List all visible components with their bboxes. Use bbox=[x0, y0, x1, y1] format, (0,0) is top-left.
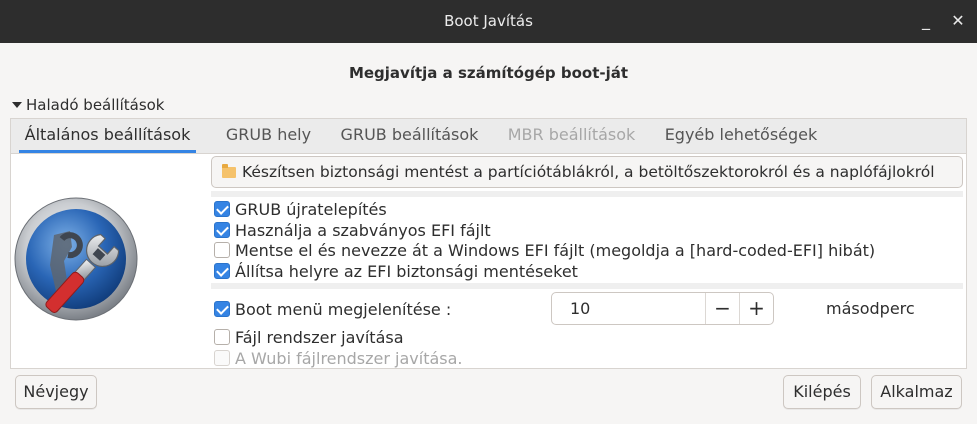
option-label: Fájl rendszer javítása bbox=[235, 327, 404, 347]
exit-button[interactable]: Kilépés bbox=[783, 375, 861, 409]
tab-label: GRUB hely bbox=[225, 125, 312, 144]
checkbox-checked-icon[interactable] bbox=[214, 263, 230, 279]
close-button[interactable]: ✕ bbox=[945, 8, 971, 34]
tab-grub-location[interactable]: GRUB hely bbox=[216, 119, 321, 153]
timeout-value[interactable]: 10 bbox=[552, 293, 705, 324]
option-show-boot-menu[interactable]: Boot menü megjelenítése : bbox=[214, 299, 451, 319]
tab-label: MBR beállítások bbox=[507, 125, 636, 144]
checkbox-checked-icon[interactable] bbox=[214, 301, 230, 317]
backup-button-label: Készítsen biztonsági mentést a partíciót… bbox=[242, 163, 935, 181]
option-repair-wubi-filesystem: A Wubi fájlrendszer javítása. bbox=[214, 348, 463, 368]
minimize-button[interactable]: _ bbox=[913, 8, 939, 34]
option-label: Mentse el és nevezze át a Windows EFI fá… bbox=[235, 240, 876, 260]
checkbox-unchecked-icon[interactable] bbox=[214, 242, 230, 258]
window-title: Boot Javítás bbox=[444, 12, 533, 30]
separator bbox=[211, 283, 963, 289]
title-bar: Boot Javítás _ ✕ bbox=[0, 0, 977, 43]
expander-label: Haladó beállítások bbox=[26, 96, 165, 114]
backup-button[interactable]: Készítsen biztonsági mentést a partíciót… bbox=[211, 156, 963, 188]
option-label: Állítsa helyre az EFI biztonsági mentése… bbox=[235, 261, 578, 281]
option-label: Boot menü megjelenítése : bbox=[235, 299, 452, 319]
tab-grub-options[interactable]: GRUB beállítások bbox=[337, 119, 482, 153]
tab-label: GRUB beállítások bbox=[340, 125, 479, 144]
tab-bar: Általános beállítások GRUB hely GRUB beá… bbox=[10, 118, 967, 153]
option-rename-windows-efi[interactable]: Mentse el és nevezze át a Windows EFI fá… bbox=[214, 240, 875, 260]
boot-repair-logo-icon bbox=[14, 197, 138, 321]
tab-other-options[interactable]: Egyéb lehetőségek bbox=[661, 119, 821, 153]
option-label: Használja a szabványos EFI fájlt bbox=[235, 220, 491, 240]
checkbox-unchecked-icon[interactable] bbox=[214, 329, 230, 345]
tab-label: Egyéb lehetőségek bbox=[664, 125, 818, 144]
expander-triangle-icon bbox=[12, 102, 22, 108]
option-grub-reinstall[interactable]: GRUB újratelepítés bbox=[214, 199, 387, 219]
apply-button[interactable]: Alkalmaz bbox=[871, 375, 962, 409]
checkbox-disabled-icon bbox=[214, 350, 230, 366]
option-standard-efi[interactable]: Használja a szabványos EFI fájlt bbox=[214, 220, 491, 240]
tab-general-settings[interactable]: Általános beállítások bbox=[19, 119, 196, 153]
tab-mbr-options: MBR beállítások bbox=[504, 119, 639, 153]
checkbox-checked-icon[interactable] bbox=[214, 222, 230, 238]
option-label: A Wubi fájlrendszer javítása. bbox=[235, 348, 463, 368]
tab-label: Általános beállítások bbox=[24, 125, 191, 144]
page-heading: Megjavítja a számítógép boot-ját bbox=[348, 64, 629, 82]
option-restore-efi-backups[interactable]: Állítsa helyre az EFI biztonsági mentése… bbox=[214, 261, 578, 281]
decrement-button[interactable]: − bbox=[705, 293, 739, 324]
timeout-unit-label: másodperc bbox=[826, 299, 915, 318]
advanced-options-expander[interactable]: Haladó beállítások bbox=[12, 95, 165, 115]
folder-icon bbox=[222, 163, 236, 178]
option-repair-filesystem[interactable]: Fájl rendszer javítása bbox=[214, 327, 404, 347]
increment-button[interactable]: + bbox=[739, 293, 773, 324]
boot-menu-timeout-stepper[interactable]: 10 − + bbox=[551, 292, 774, 325]
option-label: GRUB újratelepítés bbox=[235, 199, 387, 219]
separator bbox=[211, 191, 963, 197]
checkbox-checked-icon[interactable] bbox=[214, 201, 230, 217]
about-button[interactable]: Névjegy bbox=[15, 375, 97, 409]
